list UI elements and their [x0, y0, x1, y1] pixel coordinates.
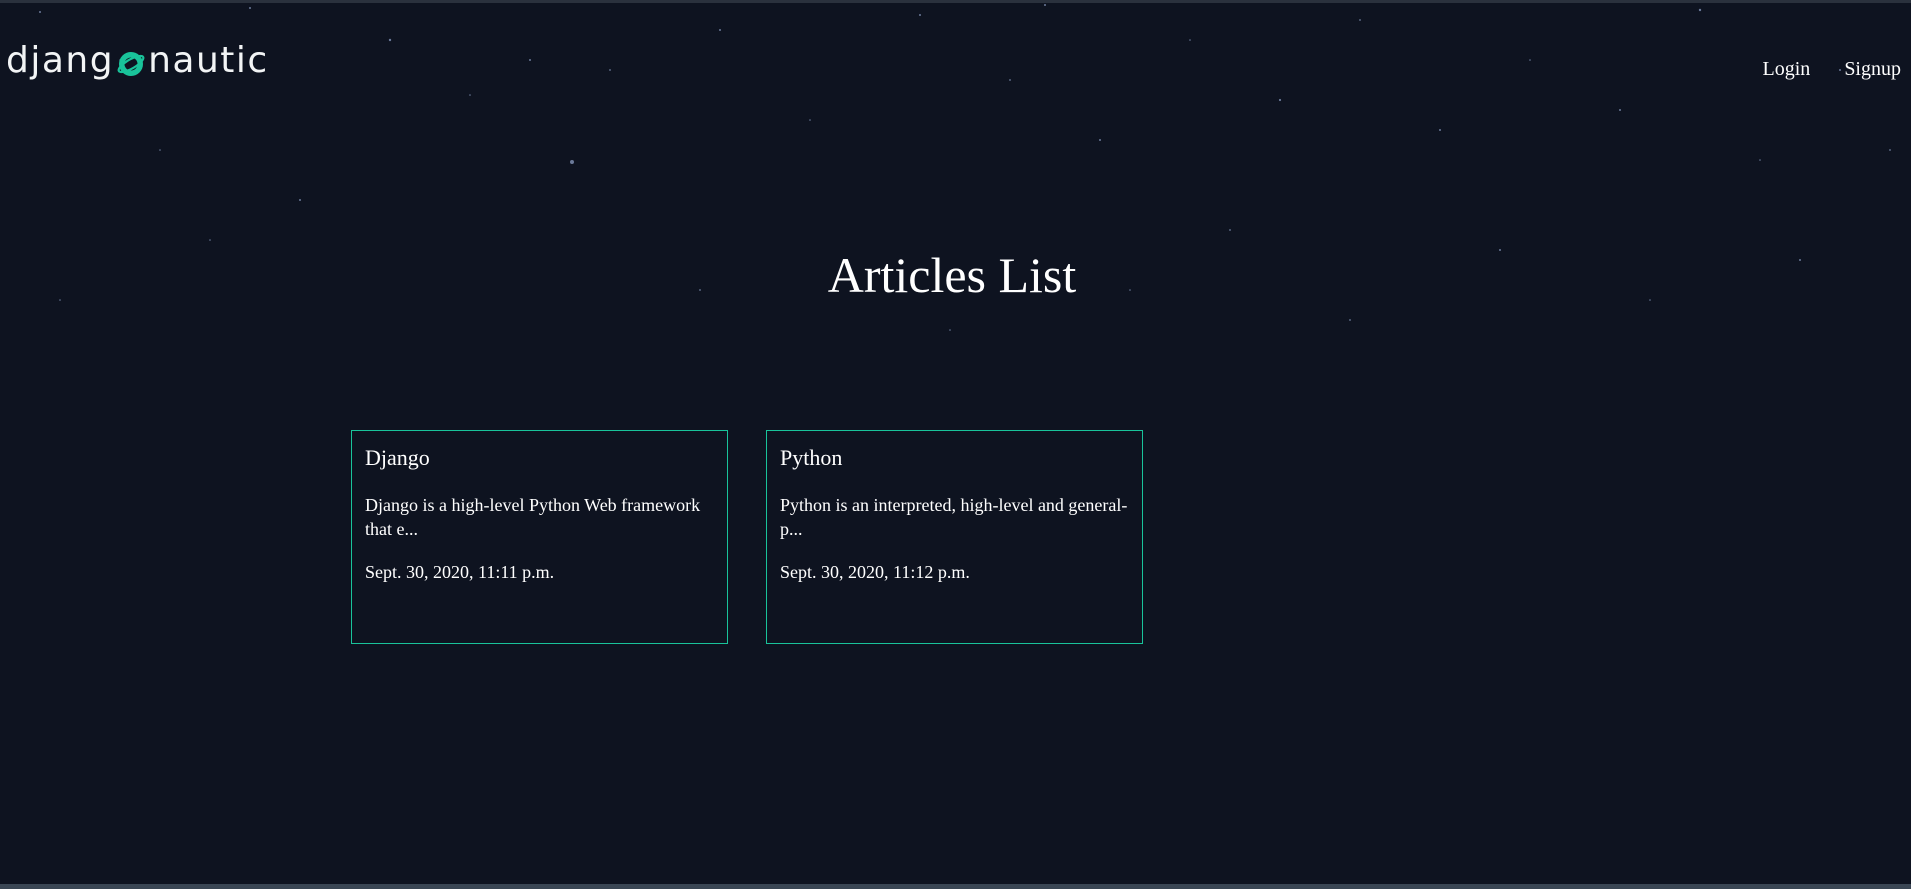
planet-o-icon — [116, 47, 146, 77]
logo-text-left: djang — [6, 39, 115, 81]
article-snippet: Python is an interpreted, high-level and… — [780, 495, 1128, 540]
top-border — [0, 0, 1911, 3]
signup-link[interactable]: Signup — [1844, 58, 1901, 81]
article-title[interactable]: Django — [365, 445, 713, 471]
site-logo[interactable]: djang nautic — [6, 38, 269, 82]
article-title[interactable]: Python — [780, 445, 1128, 471]
logo-text-right: nautic — [148, 39, 269, 81]
article-snippet: Django is a high-level Python Web framew… — [365, 495, 701, 540]
article-card[interactable]: Django Django is a high-level Python Web… — [351, 430, 728, 644]
articles-list: Django Django is a high-level Python Web… — [351, 430, 1143, 644]
bottom-bar — [0, 884, 1911, 889]
top-nav: Login Signup — [1763, 58, 1901, 81]
article-card[interactable]: Python Python is an interpreted, high-le… — [766, 430, 1143, 644]
article-date: Sept. 30, 2020, 11:11 p.m. — [365, 562, 555, 583]
page-title: Articles List — [827, 247, 1077, 303]
login-link[interactable]: Login — [1763, 58, 1811, 81]
article-date: Sept. 30, 2020, 11:12 p.m. — [780, 562, 970, 583]
starfield-background — [39, 4, 1891, 331]
